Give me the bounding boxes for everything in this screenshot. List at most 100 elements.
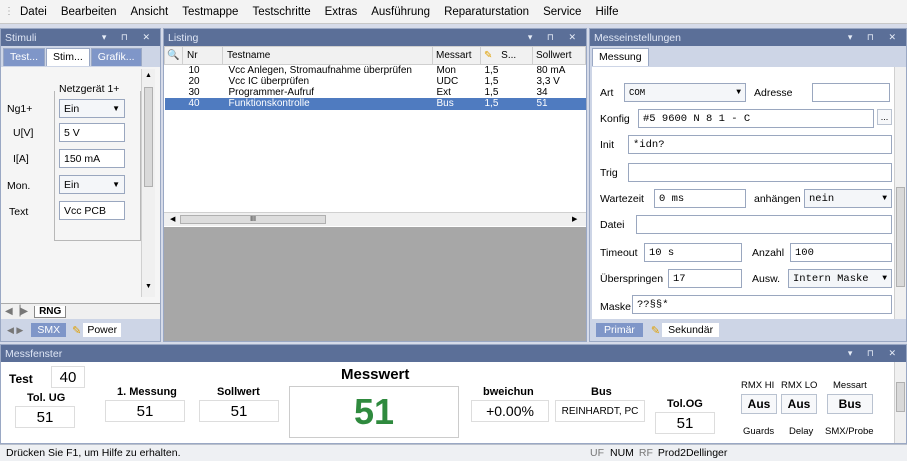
cell-sollwert: 51: [536, 98, 548, 109]
tab-power[interactable]: Power: [83, 323, 122, 337]
listing-title: Listing: [168, 31, 199, 44]
scroll-thumb[interactable]: [896, 382, 905, 412]
scroll-thumb[interactable]: [896, 187, 905, 287]
anhaengen-combo[interactable]: nein ▼: [804, 189, 892, 208]
menu-ansicht[interactable]: Ansicht: [130, 6, 168, 18]
table-row[interactable]: 20 Vcc IC überprüfen UDC 1,5 3,3 V: [165, 76, 586, 87]
pencil-icon: ✎: [72, 324, 82, 337]
wartezeit-field[interactable]: 0 ms: [654, 189, 746, 208]
i-field[interactable]: 150 mA: [59, 149, 125, 168]
test-field: 40: [51, 366, 85, 388]
scroll-thumb[interactable]: [144, 87, 153, 187]
u-field[interactable]: 5 V: [59, 123, 125, 142]
panel-controls-icon[interactable]: ▾ ⊓ ✕: [848, 348, 902, 359]
tab-stim[interactable]: Stim...: [46, 48, 90, 66]
maske-field[interactable]: ??§§*: [632, 295, 892, 314]
menu-reparaturstation[interactable]: Reparaturstation: [444, 6, 529, 18]
stimuli-tabs: Test... Stim... Grafik...: [1, 46, 160, 66]
abweichung-value: +0.00%: [471, 400, 549, 422]
listing-panel: Listing ▾ ⊓ ✕ 🔍 Nr Testname Messart ✎ S.…: [163, 28, 587, 342]
datei-field[interactable]: [636, 215, 892, 234]
menu-grip-icon: ⋮: [4, 6, 14, 17]
adresse-field[interactable]: [812, 83, 890, 102]
menu-hilfe[interactable]: Hilfe: [595, 6, 618, 18]
scroll-right-icon[interactable]: ▶: [572, 215, 577, 223]
tab-smx[interactable]: SMX: [31, 323, 67, 337]
timeout-field[interactable]: 10 s: [644, 243, 742, 262]
mess-vscrollbar[interactable]: [894, 67, 906, 319]
menu-datei[interactable]: Datei: [20, 6, 47, 18]
table-row[interactable]: 30 Programmer-Aufruf Ext 1,5 34: [165, 87, 586, 98]
menu-extras[interactable]: Extras: [325, 6, 358, 18]
sheet-prev-icon[interactable]: ◀▕▶: [5, 306, 28, 317]
menu-bearbeiten[interactable]: Bearbeiten: [61, 6, 117, 18]
tolug-value: 51: [15, 406, 75, 428]
tab-test[interactable]: Test...: [3, 48, 46, 66]
art-combo[interactable]: COM ▼: [624, 83, 746, 102]
trig-field[interactable]: [628, 163, 892, 182]
ausw-combo[interactable]: Intern Maske ▼: [788, 269, 892, 288]
col-nr[interactable]: Nr: [182, 46, 223, 65]
stimuli-title-bar: Stimuli ▾ ⊓ ✕: [1, 29, 160, 46]
table-row[interactable]: 10 Vcc Anlegen, Stromaufnahme überprüfen…: [165, 65, 586, 77]
messart-label: Messart: [833, 380, 867, 391]
cell-messart: Mon: [436, 65, 456, 76]
messeinstellungen-panel: Messeinstellungen ▾ ⊓ ✕ Messung Art COM ▼…: [589, 28, 907, 342]
stimuli-title: Stimuli: [5, 31, 37, 44]
col-sollwert[interactable]: Sollwert: [532, 46, 586, 65]
tolug-label: Tol. UG: [27, 392, 66, 404]
mess-tabs: Messung: [590, 46, 906, 66]
binoculars-icon[interactable]: 🔍: [164, 46, 183, 65]
menu-service[interactable]: Service: [543, 6, 581, 18]
mon-combo[interactable]: Ein ▼: [59, 175, 125, 194]
tab-grafik[interactable]: Grafik...: [90, 48, 142, 66]
stimuli-bottom-tabs: ◀ ▶ SMX ✎ Power: [1, 319, 160, 341]
tab-messung[interactable]: Messung: [592, 48, 649, 66]
status-bar: Drücken Sie F1, um Hilfe zu erhalten. UF…: [0, 444, 907, 461]
panel-controls-icon[interactable]: ▾ ⊓ ✕: [102, 32, 156, 43]
konfig-field[interactable]: #5 9600 N 8 1 - C: [638, 109, 874, 128]
col-s[interactable]: ✎ S...: [480, 46, 533, 65]
konfig-browse-button[interactable]: ...: [877, 109, 892, 125]
col-testname[interactable]: Testname: [222, 46, 433, 65]
sheet-tab-bar: ◀▕▶ RNG: [1, 303, 160, 319]
ausw-label: Ausw.: [752, 273, 781, 285]
scroll-left-icon[interactable]: ◀: [170, 215, 175, 223]
ueberspringen-field[interactable]: 17: [668, 269, 742, 288]
tab-primaer[interactable]: Primär: [596, 323, 643, 337]
listing-grid: 🔍 Nr Testname Messart ✎ S... Sollwert 10…: [164, 46, 586, 227]
init-field[interactable]: *idn?: [628, 135, 892, 154]
sheet-tab-rng[interactable]: RNG: [34, 305, 67, 318]
ng1-value: Ein: [64, 102, 80, 115]
cell-testname: Programmer-Aufruf: [228, 87, 315, 98]
status-rf: RF: [638, 447, 653, 459]
menu-ausfuehrung[interactable]: Ausführung: [371, 6, 430, 18]
tab-sekundaer[interactable]: Sekundär: [662, 323, 720, 337]
scroll-down-icon[interactable]: ▼: [145, 283, 152, 290]
panel-controls-icon[interactable]: ▾ ⊓ ✕: [528, 32, 582, 43]
ng1-combo[interactable]: Ein ▼: [59, 99, 125, 118]
table-row-selected[interactable]: 40 Funktionskontrolle Bus 1,5 51: [164, 98, 586, 110]
anzahl-field[interactable]: 100: [790, 243, 892, 262]
stimuli-vscrollbar[interactable]: ▲ ▼: [141, 69, 155, 297]
messfenster-vscrollbar[interactable]: [894, 362, 906, 443]
text-field[interactable]: Vcc PCB: [59, 201, 125, 220]
col-messart[interactable]: Messart: [432, 46, 481, 65]
stimuli-content: Netzgerät 1+ Ng1+ Ein ▼ U[V] 5 V I[A] 150…: [1, 67, 160, 303]
cell-nr: 10: [188, 65, 200, 76]
menu-testmappe[interactable]: Testmappe: [182, 6, 238, 18]
rmxhi-value: Aus: [741, 394, 777, 414]
panel-controls-icon[interactable]: ▾ ⊓ ✕: [848, 32, 902, 43]
listing-hscrollbar[interactable]: ◀ III ▶: [164, 212, 586, 226]
ueberspringen-label: Überspringen: [600, 273, 664, 285]
tab-prev-icon[interactable]: ◀ ▶: [7, 325, 23, 336]
scroll-thumb[interactable]: III: [180, 215, 326, 224]
scroll-up-icon[interactable]: ▲: [145, 72, 152, 79]
art-label: Art: [600, 87, 614, 99]
menu-testschritte[interactable]: Testschritte: [252, 6, 310, 18]
cell-testname: Vcc Anlegen, Stromaufnahme überprüfen: [228, 65, 412, 76]
messart-value: Bus: [827, 394, 873, 414]
cell-s: 1,5: [484, 65, 499, 76]
adresse-label: Adresse: [754, 87, 793, 99]
chevron-down-icon: ▼: [882, 274, 887, 283]
